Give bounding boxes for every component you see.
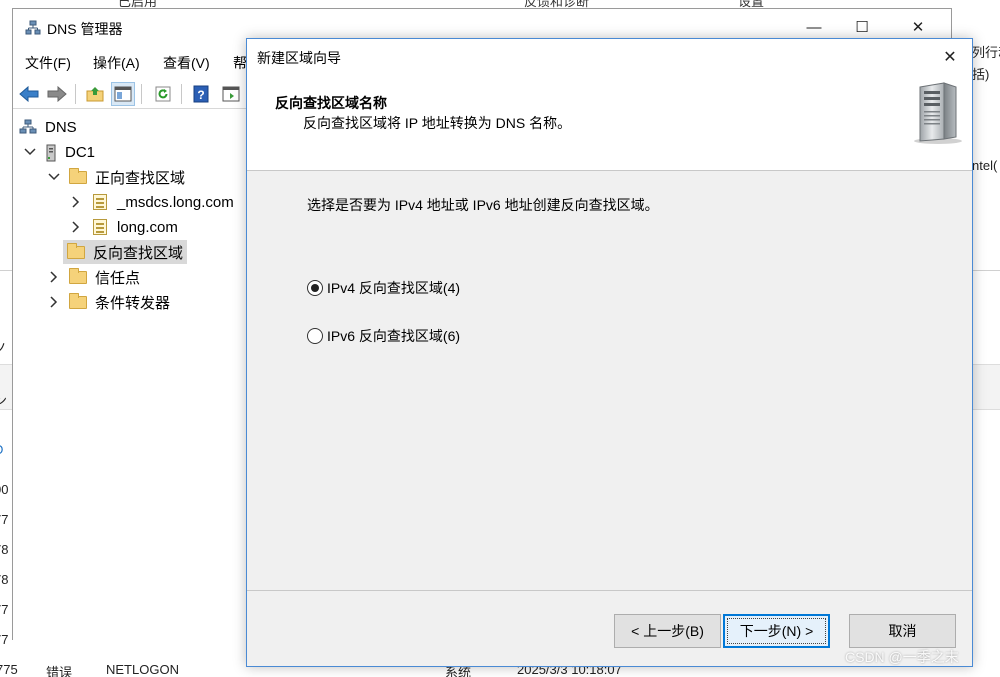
- bg-left-text: 78: [0, 572, 9, 587]
- bg-left-text: 77: [0, 602, 9, 617]
- svg-text:?: ?: [197, 88, 204, 102]
- bg-event-level: 错误: [46, 665, 73, 677]
- bg-top-text: 反馈和诊断: [524, 0, 590, 8]
- cancel-button[interactable]: 取消: [849, 614, 956, 648]
- wizard-page-subtitle: 反向查找区域将 IP 地址转换为 DNS 名称。: [303, 115, 572, 131]
- tree-node-conditional-forwarders[interactable]: 条件转发器: [47, 290, 170, 314]
- bg-left-text: 77: [0, 632, 9, 647]
- zone-icon: [91, 219, 109, 235]
- chevron-down-icon[interactable]: [23, 145, 37, 159]
- toolbar-separator: [181, 84, 182, 104]
- folder-icon: [69, 268, 87, 285]
- server-tower-icon: [910, 81, 966, 145]
- tree-node-dc1[interactable]: DC1: [23, 140, 95, 164]
- server-icon: [45, 144, 57, 162]
- refresh-icon[interactable]: [151, 82, 175, 106]
- bg-event-id: 775: [0, 664, 18, 677]
- tree-label: 反向查找区域: [93, 244, 184, 262]
- tree-node-msdcs-zone[interactable]: _msdcs.long.com: [69, 190, 234, 214]
- folder-icon: [67, 243, 85, 260]
- dns-root-icon: [19, 119, 37, 135]
- bg-left-text: 78: [0, 542, 9, 557]
- menu-file[interactable]: 文件(F): [25, 53, 71, 73]
- chevron-down-icon[interactable]: [47, 170, 61, 184]
- wizard-body: 选择是否要为 IPv4 地址或 IPv6 地址创建反向查找区域。 IPv4 反向…: [247, 172, 972, 590]
- tree-label: _msdcs.long.com: [117, 193, 234, 211]
- bg-right-text: 括): [972, 67, 990, 82]
- up-folder-icon[interactable]: [83, 82, 107, 106]
- bg-top-text: 设置: [738, 0, 765, 8]
- chevron-right-icon[interactable]: [47, 270, 61, 284]
- close-icon: ✕: [943, 49, 957, 66]
- toolbar-separator: [141, 84, 142, 104]
- bg-top-text: 已启用: [118, 0, 158, 8]
- menu-view[interactable]: 查看(V): [163, 53, 210, 73]
- background-right-pane: 列行动 括) ntel(: [972, 40, 1000, 270]
- ipv6-radio-label: IPv6 反向查找区域(6): [327, 328, 461, 344]
- tree-label: DNS: [45, 118, 77, 136]
- bg-right-text: ntel(: [972, 158, 998, 173]
- toolbar-separator: [75, 84, 76, 104]
- help-icon[interactable]: ?: [189, 82, 213, 106]
- bg-right-text: 列行动: [972, 45, 1000, 60]
- csdn-watermark: CSDN @一季之末: [845, 649, 959, 665]
- ipv4-radio-button[interactable]: [307, 280, 323, 296]
- tree-label: DC1: [65, 143, 96, 161]
- wizard-close-button[interactable]: ✕: [928, 39, 972, 75]
- tree-node-forward-zones[interactable]: 正向查找区域: [47, 165, 185, 189]
- bg-left-text: ン: [0, 393, 8, 408]
- forward-arrow-icon[interactable]: [45, 82, 69, 106]
- chevron-right-icon[interactable]: [69, 195, 83, 209]
- bg-left-text: D: [0, 442, 3, 457]
- back-arrow-icon[interactable]: [17, 82, 41, 106]
- ipv4-radio-label: IPv4 反向查找区域(4): [327, 280, 461, 296]
- bg-left-text: ノ: [0, 341, 8, 356]
- folder-icon: [69, 293, 87, 310]
- ipv4-radio-option[interactable]: IPv4 反向查找区域(4): [307, 278, 460, 298]
- console-tree: DNS DC1 正向查找区域 _msdcs.long.com long.com …: [13, 113, 247, 640]
- dns-app-icon: [25, 20, 41, 36]
- menu-help[interactable]: 帮: [233, 53, 247, 73]
- bg-left-text: 00: [0, 482, 9, 497]
- tree-label: 信任点: [95, 269, 141, 287]
- chevron-right-icon[interactable]: [69, 220, 83, 234]
- folder-icon: [69, 168, 87, 185]
- wizard-title: 新建区域向导: [257, 50, 341, 66]
- bg-event-source: NETLOGON: [106, 664, 179, 677]
- action-pane-icon[interactable]: [219, 82, 243, 106]
- dns-window-title: DNS 管理器: [47, 21, 123, 37]
- wizard-header: 反向查找区域名称 反向查找区域将 IP 地址转换为 DNS 名称。: [247, 75, 972, 171]
- wizard-page-title: 反向查找区域名称: [275, 95, 387, 111]
- new-zone-wizard-dialog: 新建区域向导 ✕ 反向查找区域名称 反向查找区域将 IP 地址转换为 DNS 名…: [246, 38, 973, 667]
- background-top-strip: 已启用 反馈和诊断 设置: [0, 0, 1000, 8]
- ipv6-radio-button[interactable]: [307, 328, 323, 344]
- background-left-column: ノ ン D 00 77 78 78 77 77: [0, 270, 12, 677]
- show-tree-icon[interactable]: [111, 82, 135, 106]
- next-button[interactable]: 下一步(N) >: [723, 614, 830, 648]
- ipv6-radio-option[interactable]: IPv6 反向查找区域(6): [307, 326, 460, 346]
- tree-node-reverse-zones[interactable]: 反向查找区域: [63, 240, 188, 264]
- bg-left-text: 77: [0, 512, 9, 527]
- zone-icon: [91, 194, 109, 210]
- chevron-right-icon[interactable]: [47, 295, 61, 309]
- back-button[interactable]: < 上一步(B): [614, 614, 721, 648]
- tree-label: 正向查找区域: [95, 169, 186, 187]
- tree-node-dns[interactable]: DNS: [19, 115, 77, 139]
- wizard-question: 选择是否要为 IPv4 地址或 IPv6 地址创建反向查找区域。: [307, 197, 659, 213]
- tree-label: long.com: [117, 218, 178, 236]
- menu-action[interactable]: 操作(A): [93, 53, 140, 73]
- tree-label: 条件转发器: [95, 294, 171, 312]
- tree-node-long-zone[interactable]: long.com: [69, 215, 178, 239]
- wizard-titlebar[interactable]: 新建区域向导 ✕: [247, 39, 972, 75]
- tree-node-trust-points[interactable]: 信任点: [47, 265, 140, 289]
